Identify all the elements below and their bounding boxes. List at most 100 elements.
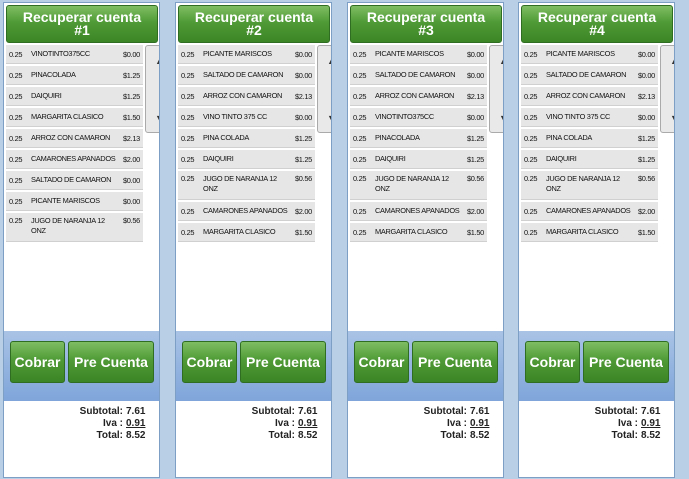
list-item[interactable]: 0.25 PINA COLADA $1.25 <box>178 129 315 148</box>
list-item[interactable]: 0.25 CAMARONES APANADOS $2.00 <box>6 150 143 169</box>
account-number: #3 <box>418 22 434 38</box>
item-qty: 0.25 <box>181 154 195 164</box>
item-name: VINOTINTO375CC <box>375 112 434 121</box>
list-item[interactable]: 0.25 DAIQUIRI $1.25 <box>6 87 143 106</box>
pre-cuenta-button[interactable]: Pre Cuenta <box>583 341 669 383</box>
list-item[interactable]: 0.25 VINO TINTO 375 CC $0.00 <box>178 108 315 127</box>
list-item[interactable]: 0.25 ARROZ CON CAMARON $2.13 <box>521 87 658 106</box>
total-label: Total: <box>440 430 467 441</box>
list-item[interactable]: 0.25 VINOTINTO375CC $0.00 <box>350 108 487 127</box>
item-list: 0.25 PICANTE MARISCOS $0.00 0.25 SALTADO DE … <box>521 45 658 244</box>
item-name: DAIQUIRI <box>375 154 406 163</box>
scroll-up-icon[interactable]: ▲ <box>661 46 674 90</box>
list-item[interactable]: 0.25 PICANTE MARISCOS $0.00 <box>178 45 315 64</box>
total-label: Total: <box>96 430 123 441</box>
list-item[interactable]: 0.25 ARROZ CON CAMARON $2.13 <box>178 87 315 106</box>
item-list: 0.25 PICANTE MARISCOS $0.00 0.25 SALTADO DE … <box>350 45 487 244</box>
cobrar-button[interactable]: Cobrar <box>525 341 580 383</box>
total-row: Total: 8.52 <box>176 430 331 442</box>
item-price: $1.50 <box>123 112 140 122</box>
list-item[interactable]: 0.25 PINACOLADA $1.25 <box>6 66 143 85</box>
scroll-down-icon[interactable]: ▼ <box>661 89 674 133</box>
recover-account-button[interactable]: Recuperar cuenta #4 <box>521 5 673 43</box>
item-scroller[interactable]: ▲ ▼ <box>489 45 503 133</box>
list-item[interactable]: 0.25 SALTADO DE CAMARON $0.00 <box>178 66 315 85</box>
list-item[interactable]: 0.25 ARROZ CON CAMARON $2.13 <box>6 129 143 148</box>
iva-value: 0.91 <box>126 418 146 429</box>
item-qty: 0.25 <box>181 49 195 59</box>
account-panel: Recuperar cuenta #2 0.25 PICANTE MARISCOS… <box>175 2 332 478</box>
list-item[interactable]: 0.25 MARGARITA CLASICO $1.50 <box>6 108 143 127</box>
scroll-down-icon[interactable]: ▼ <box>490 89 503 133</box>
list-item[interactable]: 0.25 PICANTE MARISCOS $0.00 <box>6 192 143 211</box>
list-item[interactable]: 0.25 CAMARONES APANADOS $2.00 <box>521 202 658 221</box>
item-name: DAIQUIRI <box>31 91 62 100</box>
cobrar-button[interactable]: Cobrar <box>10 341 65 383</box>
list-item[interactable]: 0.25 PINA COLADA $1.25 <box>521 129 658 148</box>
pre-cuenta-button[interactable]: Pre Cuenta <box>412 341 498 383</box>
total-row: Total: 8.52 <box>348 430 503 442</box>
item-name: PICANTE MARISCOS <box>546 49 615 58</box>
item-price: $2.00 <box>467 206 484 216</box>
item-name: VINOTINTO375CC <box>31 49 90 58</box>
item-scroller[interactable]: ▲ ▼ <box>660 45 674 133</box>
list-item[interactable]: 0.25 JUGO DE NARANJA 12 ONZ $0.56 <box>6 213 143 242</box>
item-qty: 0.25 <box>9 70 23 80</box>
item-price: $0.00 <box>123 196 140 206</box>
item-price: $2.13 <box>295 91 312 101</box>
list-item[interactable]: 0.25 SALTADO DE CAMARON $0.00 <box>521 66 658 85</box>
list-item[interactable]: 0.25 VINO TINTO 375 CC $0.00 <box>521 108 658 127</box>
item-name: PICANTE MARISCOS <box>203 49 272 58</box>
recover-account-button[interactable]: Recuperar cuenta #2 <box>178 5 330 43</box>
item-qty: 0.25 <box>524 206 538 216</box>
list-item[interactable]: 0.25 MARGARITA CLASICO $1.50 <box>521 223 658 242</box>
item-qty: 0.25 <box>524 112 538 122</box>
item-name: ARROZ CON CAMARON <box>203 91 283 100</box>
scroll-up-icon[interactable]: ▲ <box>146 46 159 90</box>
item-name: MARGARITA CLASICO <box>31 112 104 121</box>
item-name: MARGARITA CLASICO <box>203 227 276 236</box>
recover-account-button[interactable]: Recuperar cuenta #1 <box>6 5 158 43</box>
list-item[interactable]: 0.25 SALTADO DE CAMARON $0.00 <box>6 171 143 190</box>
iva-value: 0.91 <box>298 418 318 429</box>
list-item[interactable]: 0.25 MARGARITA CLASICO $1.50 <box>178 223 315 242</box>
pre-cuenta-button[interactable]: Pre Cuenta <box>68 341 154 383</box>
list-item[interactable]: 0.25 PICANTE MARISCOS $0.00 <box>521 45 658 64</box>
subtotal-label: Subtotal: <box>79 406 123 417</box>
scroll-down-icon[interactable]: ▼ <box>318 89 331 133</box>
list-item[interactable]: 0.25 JUGO DE NARANJA 12 ONZ $0.56 <box>521 171 658 200</box>
cobrar-button[interactable]: Cobrar <box>182 341 237 383</box>
list-item[interactable]: 0.25 SALTADO DE CAMARON $0.00 <box>350 66 487 85</box>
iva-row: Iva : 0.91 <box>4 418 159 430</box>
item-qty: 0.25 <box>524 70 538 80</box>
list-item[interactable]: 0.25 CAMARONES APANADOS $2.00 <box>350 202 487 221</box>
list-item[interactable]: 0.25 ARROZ CON CAMARON $2.13 <box>350 87 487 106</box>
item-price: $0.56 <box>123 216 140 225</box>
item-qty: 0.25 <box>353 154 367 164</box>
scroll-down-icon[interactable]: ▼ <box>146 89 159 133</box>
list-item[interactable]: 0.25 DAIQUIRI $1.25 <box>178 150 315 169</box>
item-scroller[interactable]: ▲ ▼ <box>317 45 331 133</box>
scroll-up-icon[interactable]: ▲ <box>318 46 331 90</box>
item-price: $0.00 <box>638 49 655 59</box>
item-name: VINO TINTO 375 CC <box>546 112 611 121</box>
cobrar-button[interactable]: Cobrar <box>354 341 409 383</box>
list-item[interactable]: 0.25 VINOTINTO375CC $0.00 <box>6 45 143 64</box>
list-item[interactable]: 0.25 MARGARITA CLASICO $1.50 <box>350 223 487 242</box>
iva-label: Iva : <box>274 418 295 429</box>
recover-account-button[interactable]: Recuperar cuenta #3 <box>350 5 502 43</box>
item-name: PINACOLADA <box>31 70 76 79</box>
scroll-up-icon[interactable]: ▲ <box>490 46 503 90</box>
list-item[interactable]: 0.25 PICANTE MARISCOS $0.00 <box>350 45 487 64</box>
list-item[interactable]: 0.25 JUGO DE NARANJA 12 ONZ $0.56 <box>350 171 487 200</box>
item-qty: 0.25 <box>181 91 195 101</box>
account-number: #2 <box>246 22 262 38</box>
item-scroller[interactable]: ▲ ▼ <box>145 45 159 133</box>
list-item[interactable]: 0.25 CAMARONES APANADOS $2.00 <box>178 202 315 221</box>
pre-cuenta-button[interactable]: Pre Cuenta <box>240 341 326 383</box>
list-item[interactable]: 0.25 PINACOLADA $1.25 <box>350 129 487 148</box>
list-item[interactable]: 0.25 DAIQUIRI $1.25 <box>350 150 487 169</box>
list-item[interactable]: 0.25 DAIQUIRI $1.25 <box>521 150 658 169</box>
list-item[interactable]: 0.25 JUGO DE NARANJA 12 ONZ $0.56 <box>178 171 315 200</box>
item-name: DAIQUIRI <box>546 154 577 163</box>
